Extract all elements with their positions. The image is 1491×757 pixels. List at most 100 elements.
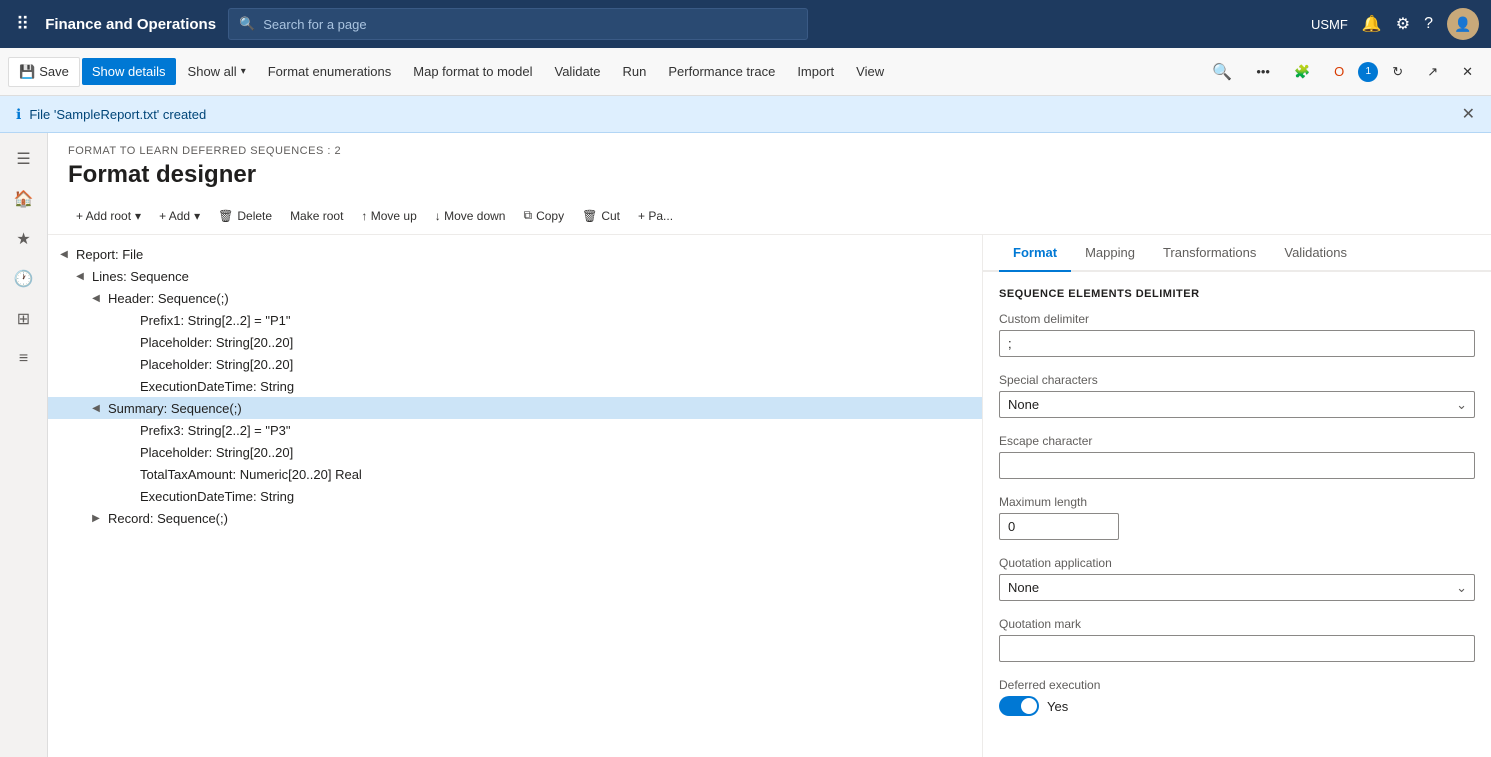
quotation-mark-input[interactable] xyxy=(999,635,1475,662)
tree-item[interactable]: TotalTaxAmount: Numeric[20..20] Real xyxy=(48,463,982,485)
save-icon: 💾 xyxy=(19,64,35,80)
paste-button[interactable]: + Pa... xyxy=(630,204,681,228)
expander-icon: ◀ xyxy=(72,268,88,284)
maximum-length-input[interactable] xyxy=(999,513,1119,540)
move-up-button[interactable]: ↑ Move up xyxy=(353,204,424,228)
escape-character-input[interactable] xyxy=(999,452,1475,479)
quotation-application-field: Quotation application None xyxy=(999,556,1475,601)
custom-delimiter-input[interactable] xyxy=(999,330,1475,357)
designer-subtitle: FORMAT TO LEARN DEFERRED SEQUENCES : 2 xyxy=(68,145,1471,157)
sidebar-recent-icon[interactable]: 🕐 xyxy=(6,261,42,297)
tree-item-label: Report: File xyxy=(72,247,143,262)
info-close-button[interactable]: ✕ xyxy=(1462,104,1475,124)
tree-item[interactable]: Placeholder: String[20..20] xyxy=(48,353,982,375)
deferred-execution-toggle[interactable] xyxy=(999,696,1039,716)
copy-button[interactable]: ⧉ Copy xyxy=(515,203,572,228)
refresh-icon[interactable]: ↻ xyxy=(1382,58,1413,86)
tree-item[interactable]: Prefix1: String[2..2] = "P1" xyxy=(48,309,982,331)
tree-item[interactable]: Placeholder: String[20..20] xyxy=(48,441,982,463)
tree-item[interactable]: Prefix3: String[2..2] = "P3" xyxy=(48,419,982,441)
tree-item-label: Prefix3: String[2..2] = "P3" xyxy=(136,423,291,438)
special-characters-select-wrapper: None xyxy=(999,391,1475,418)
designer-title: Format designer xyxy=(68,161,1471,189)
tab-mapping[interactable]: Mapping xyxy=(1071,235,1149,272)
info-bar: ℹ File 'SampleReport.txt' created ✕ xyxy=(0,96,1491,133)
tree-item-label: Record: Sequence(;) xyxy=(104,511,228,526)
tree-item[interactable]: ◀ Header: Sequence(;) xyxy=(48,287,982,309)
make-root-button[interactable]: Make root xyxy=(282,204,351,228)
sidebar-workspaces-icon[interactable]: ⊞ xyxy=(6,301,42,337)
right-content: SEQUENCE ELEMENTS DELIMITER Custom delim… xyxy=(983,272,1491,757)
view-button[interactable]: View xyxy=(846,58,894,85)
notification-icon[interactable]: 🔔 xyxy=(1362,14,1382,34)
close-icon[interactable]: ✕ xyxy=(1452,58,1483,86)
puzzle-icon[interactable]: 🧩 xyxy=(1284,58,1320,86)
open-icon[interactable]: ↗ xyxy=(1417,58,1448,86)
add-button[interactable]: + Add ▾ xyxy=(151,204,208,228)
quotation-application-select[interactable]: None xyxy=(999,574,1475,601)
format-enumerations-button[interactable]: Format enumerations xyxy=(258,58,402,85)
sidebar-menu-icon[interactable]: ☰ xyxy=(6,141,42,177)
action-bar: 💾 Save Show details Show all ▾ Format en… xyxy=(0,48,1491,96)
escape-character-field: Escape character xyxy=(999,434,1475,479)
cut-button[interactable]: 🗑 Cut xyxy=(574,204,628,228)
add-root-button[interactable]: + Add root ▾ xyxy=(68,204,149,228)
special-characters-label: Special characters xyxy=(999,373,1475,387)
tab-transformations[interactable]: Transformations xyxy=(1149,235,1270,272)
special-characters-select[interactable]: None xyxy=(999,391,1475,418)
tree-item-label: ExecutionDateTime: String xyxy=(136,379,294,394)
grid-icon[interactable]: ⠿ xyxy=(12,10,33,39)
designer-header: FORMAT TO LEARN DEFERRED SEQUENCES : 2 F… xyxy=(48,133,1491,197)
expander-icon: ◀ xyxy=(88,290,104,306)
more-options-icon[interactable]: ••• xyxy=(1246,58,1280,85)
tree-item-label: Lines: Sequence xyxy=(88,269,189,284)
info-message: File 'SampleReport.txt' created xyxy=(29,107,206,122)
avatar[interactable]: 👤 xyxy=(1447,8,1479,40)
info-icon: ℹ xyxy=(16,106,21,123)
action-bar-right: 🔍 ••• 🧩 O 1 ↻ ↗ ✕ xyxy=(1202,56,1483,88)
quotation-application-select-wrapper: None xyxy=(999,574,1475,601)
tree-item-label: Placeholder: String[20..20] xyxy=(136,445,293,460)
sidebar-home-icon[interactable]: 🏠 xyxy=(6,181,42,217)
tree-item[interactable]: ▶ Record: Sequence(;) xyxy=(48,507,982,529)
right-panel: Format Mapping Transformations Validatio… xyxy=(983,235,1491,757)
custom-delimiter-field: Custom delimiter xyxy=(999,312,1475,357)
escape-character-label: Escape character xyxy=(999,434,1475,448)
office-icon[interactable]: O xyxy=(1324,58,1354,85)
sidebar-favorites-icon[interactable]: ★ xyxy=(6,221,42,257)
save-button[interactable]: 💾 Save xyxy=(8,57,80,87)
show-all-button[interactable]: Show all ▾ xyxy=(178,58,256,85)
deferred-execution-field: Deferred execution Yes xyxy=(999,678,1475,716)
settings-icon[interactable]: ⚙ xyxy=(1396,14,1410,34)
tree-item-label: Header: Sequence(;) xyxy=(104,291,229,306)
tree-item[interactable]: Placeholder: String[20..20] xyxy=(48,331,982,353)
move-down-button[interactable]: ↓ Move down xyxy=(427,204,514,228)
tab-validations[interactable]: Validations xyxy=(1270,235,1361,272)
tree-item[interactable]: ◀ Lines: Sequence xyxy=(48,265,982,287)
designer-toolbar: + Add root ▾ + Add ▾ 🗑 Delete Make root … xyxy=(48,197,1491,235)
delete-button[interactable]: 🗑 Delete xyxy=(210,204,280,228)
top-navigation: ⠿ Finance and Operations 🔍 Search for a … xyxy=(0,0,1491,48)
tree-item[interactable]: ◀ Report: File xyxy=(48,243,982,265)
map-format-button[interactable]: Map format to model xyxy=(403,58,542,85)
search-action-icon[interactable]: 🔍 xyxy=(1202,56,1242,88)
maximum-length-label: Maximum length xyxy=(999,495,1475,509)
sidebar-filter-icon[interactable]: ≡ xyxy=(6,341,42,377)
tree-item[interactable]: ExecutionDateTime: String xyxy=(48,375,982,397)
validate-button[interactable]: Validate xyxy=(545,58,611,85)
badge-icon[interactable]: 1 xyxy=(1358,62,1378,82)
import-button[interactable]: Import xyxy=(787,58,844,85)
add-root-chevron: ▾ xyxy=(135,209,141,223)
quotation-mark-field: Quotation mark xyxy=(999,617,1475,662)
tree-item-selected[interactable]: ◀ Summary: Sequence(;) xyxy=(48,397,982,419)
run-button[interactable]: Run xyxy=(613,58,657,85)
help-icon[interactable]: ? xyxy=(1424,15,1433,33)
show-details-button[interactable]: Show details xyxy=(82,58,176,85)
tab-format[interactable]: Format xyxy=(999,235,1071,272)
performance-trace-button[interactable]: Performance trace xyxy=(658,58,785,85)
main-layout: ☰ 🏠 ★ 🕐 ⊞ ≡ FORMAT TO LEARN DEFERRED SEQ… xyxy=(0,133,1491,757)
quotation-mark-label: Quotation mark xyxy=(999,617,1475,631)
search-bar[interactable]: 🔍 Search for a page xyxy=(228,8,808,40)
tree-item[interactable]: ExecutionDateTime: String xyxy=(48,485,982,507)
split-pane: ◀ Report: File ◀ Lines: Sequence ◀ Heade… xyxy=(48,235,1491,757)
